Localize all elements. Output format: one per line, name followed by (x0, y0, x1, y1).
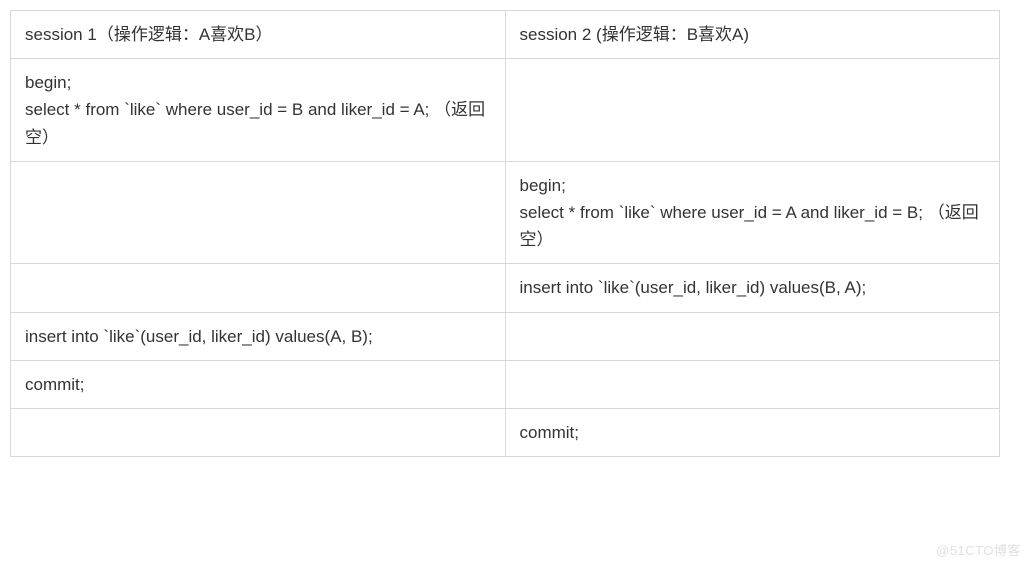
cell-s1-step3 (11, 264, 506, 312)
table-header-row: session 1（操作逻辑：A喜欢B） session 2 (操作逻辑：B喜欢… (11, 11, 1000, 59)
cell-s1-step1: begin;select * from `like` where user_id… (11, 59, 506, 162)
watermark: @51CTO博客 (936, 541, 1021, 562)
cell-s1-step6 (11, 408, 506, 456)
header-session-1: session 1（操作逻辑：A喜欢B） (11, 11, 506, 59)
cell-s2-step6: commit; (505, 408, 1000, 456)
cell-s2-step2: begin;select * from `like` where user_id… (505, 161, 1000, 264)
cell-s1-step4: insert into `like`(user_id, liker_id) va… (11, 312, 506, 360)
table-row: begin;select * from `like` where user_id… (11, 59, 1000, 162)
table-row: insert into `like`(user_id, liker_id) va… (11, 264, 1000, 312)
cell-s2-step4 (505, 312, 1000, 360)
cell-s2-step1 (505, 59, 1000, 162)
cell-s1-step2 (11, 161, 506, 264)
cell-s2-step3: insert into `like`(user_id, liker_id) va… (505, 264, 1000, 312)
session-comparison-table: session 1（操作逻辑：A喜欢B） session 2 (操作逻辑：B喜欢… (10, 10, 1000, 457)
table-row: begin;select * from `like` where user_id… (11, 161, 1000, 264)
table-row: insert into `like`(user_id, liker_id) va… (11, 312, 1000, 360)
cell-s2-step5 (505, 360, 1000, 408)
cell-s1-step5: commit; (11, 360, 506, 408)
table-row: commit; (11, 360, 1000, 408)
header-session-2: session 2 (操作逻辑：B喜欢A) (505, 11, 1000, 59)
table-row: commit; (11, 408, 1000, 456)
